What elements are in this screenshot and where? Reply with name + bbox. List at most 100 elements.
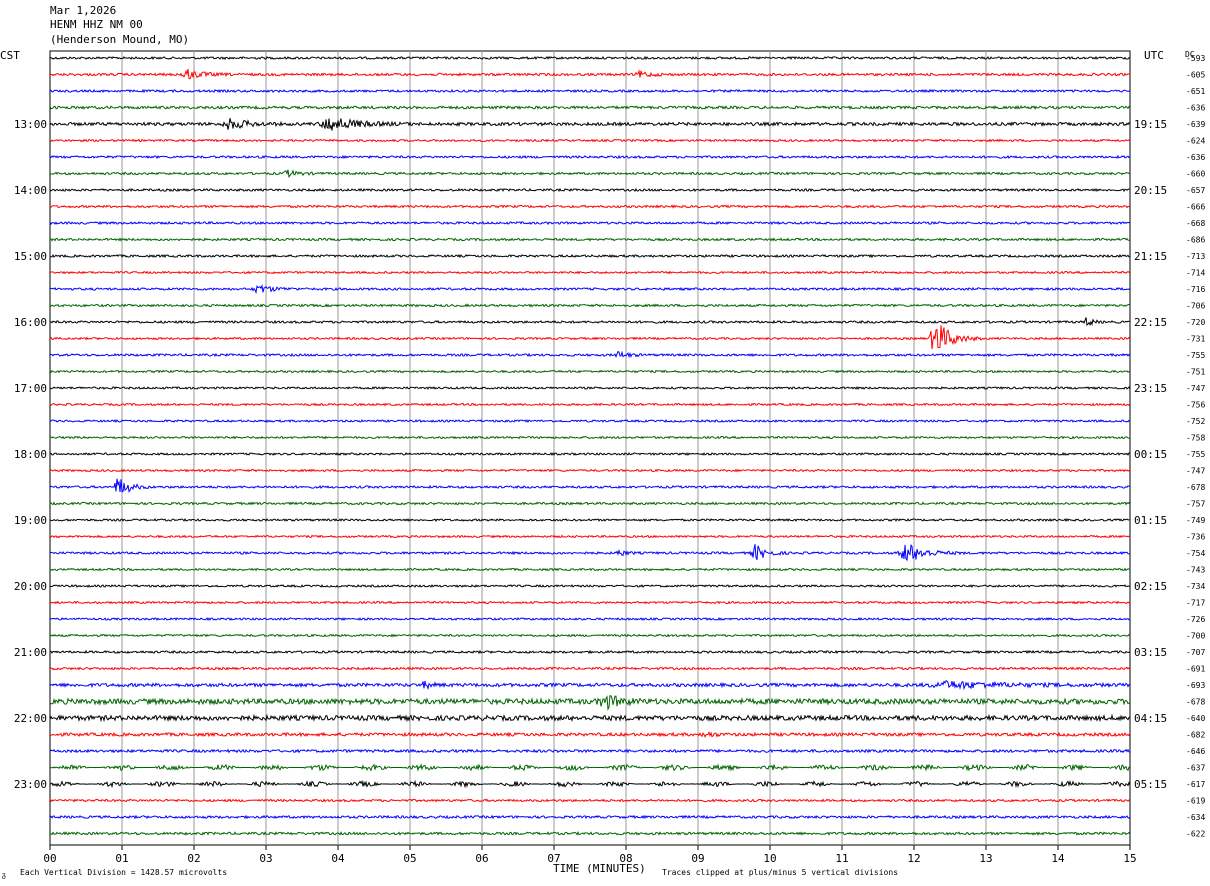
seismic-trace [49,69,1131,80]
x-tick-label: 11 [835,852,848,865]
dc-offset-label: -639 [1186,120,1205,129]
dc-offset-label: -636 [1186,104,1205,113]
seismic-trace [49,814,1131,820]
utc-time-label: 01:15 [1134,514,1167,527]
cst-time-label: 16:00 [14,316,47,329]
seismic-trace [49,694,1131,711]
dc-offset-label: -660 [1186,170,1205,179]
dc-offset-label: -713 [1186,252,1205,261]
dc-offset-label: -636 [1186,153,1205,162]
x-tick-label: 13 [979,852,992,865]
dc-offset-label: -707 [1186,648,1205,657]
seismic-trace [49,567,1131,572]
dc-offset-label: -726 [1186,615,1205,624]
seismic-trace [49,478,1131,493]
utc-time-label: 02:15 [1134,580,1167,593]
dc-offset-label: -682 [1186,731,1205,740]
dc-offset-label: -651 [1186,87,1205,96]
cst-time-label: 20:00 [14,580,47,593]
plot-frame [49,50,1131,846]
utc-time-label: 20:15 [1134,184,1167,197]
dc-offset-label: -646 [1186,747,1205,756]
x-tick-label: 01 [115,852,128,865]
seismic-trace [49,584,1131,589]
dc-offset-label: -605 [1186,71,1205,80]
seismic-trace [49,419,1131,424]
utc-time-label: 22:15 [1134,316,1167,329]
cst-time-label: 23:00 [14,778,47,791]
dc-offset-label: -693 [1186,681,1205,690]
seismic-trace [49,617,1131,621]
dc-offset-label: -593 [1186,54,1205,63]
cst-time-label: 21:00 [14,646,47,659]
dc-offset-label: -747 [1186,384,1205,393]
corner-mark: ᵹ [2,870,6,879]
seismic-trace [49,283,1131,295]
utc-time-label: 03:15 [1134,646,1167,659]
dc-offset-label: -757 [1186,500,1205,509]
dc-offset-label: -678 [1186,483,1205,492]
seismic-trace [49,748,1131,754]
cst-time-label: 14:00 [14,184,47,197]
seismic-trace [49,534,1131,539]
seismic-trace [49,730,1131,738]
cst-time-label: 19:00 [14,514,47,527]
seismic-trace [49,303,1131,308]
dc-offset-label: -756 [1186,401,1205,410]
dc-offset-label: -714 [1186,269,1205,278]
seismic-trace [49,350,1131,359]
dc-offset-label: -752 [1186,417,1205,426]
utc-time-label: 21:15 [1134,250,1167,263]
dc-offset-label: -751 [1186,368,1205,377]
trace-group [49,55,1131,836]
x-tick-label: 10 [763,852,776,865]
x-tick-label: 04 [331,852,345,865]
seismic-trace [49,88,1131,94]
seismic-trace [49,253,1131,259]
seismic-trace [49,468,1131,473]
seismic-trace [49,763,1131,772]
dc-offset-label: -637 [1186,764,1205,773]
dc-offset-label: -686 [1186,236,1205,245]
seismic-trace [49,649,1131,655]
seismic-trace [49,501,1131,506]
dc-offset-label: -747 [1186,467,1205,476]
seismic-trace [49,831,1131,836]
dc-offset-label: -720 [1186,318,1205,327]
dc-offset-label: -717 [1186,599,1205,608]
seismic-trace [49,154,1131,160]
scale-note: Each Vertical Division = 1428.57 microvo… [20,868,228,877]
grid-lines [49,51,1131,850]
cst-time-label: 22:00 [14,712,47,725]
seismic-trace [49,204,1131,209]
dc-offset-label: -622 [1186,830,1205,839]
seismic-trace [49,517,1131,523]
dc-offset-label: -640 [1186,714,1205,723]
seismic-trace [49,317,1131,327]
x-axis-title: TIME (MINUTES) [553,862,646,875]
seismic-trace [49,187,1131,193]
seismic-trace [49,402,1131,407]
seismic-trace [49,633,1131,638]
dc-offset-label: -755 [1186,450,1205,459]
utc-time-label: 19:15 [1134,118,1167,131]
dc-offset-label: -668 [1186,219,1205,228]
x-tick-label: 00 [43,852,56,865]
seismic-trace [49,169,1131,179]
seismic-trace [49,680,1131,691]
dc-offset-label: -678 [1186,698,1205,707]
dc-offset-label: -634 [1186,813,1205,822]
dc-offset-label: -754 [1186,549,1205,558]
dc-offset-label: -666 [1186,203,1205,212]
cst-time-label: 15:00 [14,250,47,263]
seismic-trace [49,325,1131,350]
seismic-trace [49,798,1131,803]
seismic-trace [49,666,1131,671]
dc-offset-label: -743 [1186,566,1205,575]
x-tick-label: 02 [187,852,200,865]
utc-time-label: 05:15 [1134,778,1167,791]
dc-offset-label: -624 [1186,137,1205,146]
clip-note: Traces clipped at plus/minus 5 vertical … [662,868,899,877]
dc-offset-label: -758 [1186,434,1205,443]
seismic-trace [49,118,1131,131]
